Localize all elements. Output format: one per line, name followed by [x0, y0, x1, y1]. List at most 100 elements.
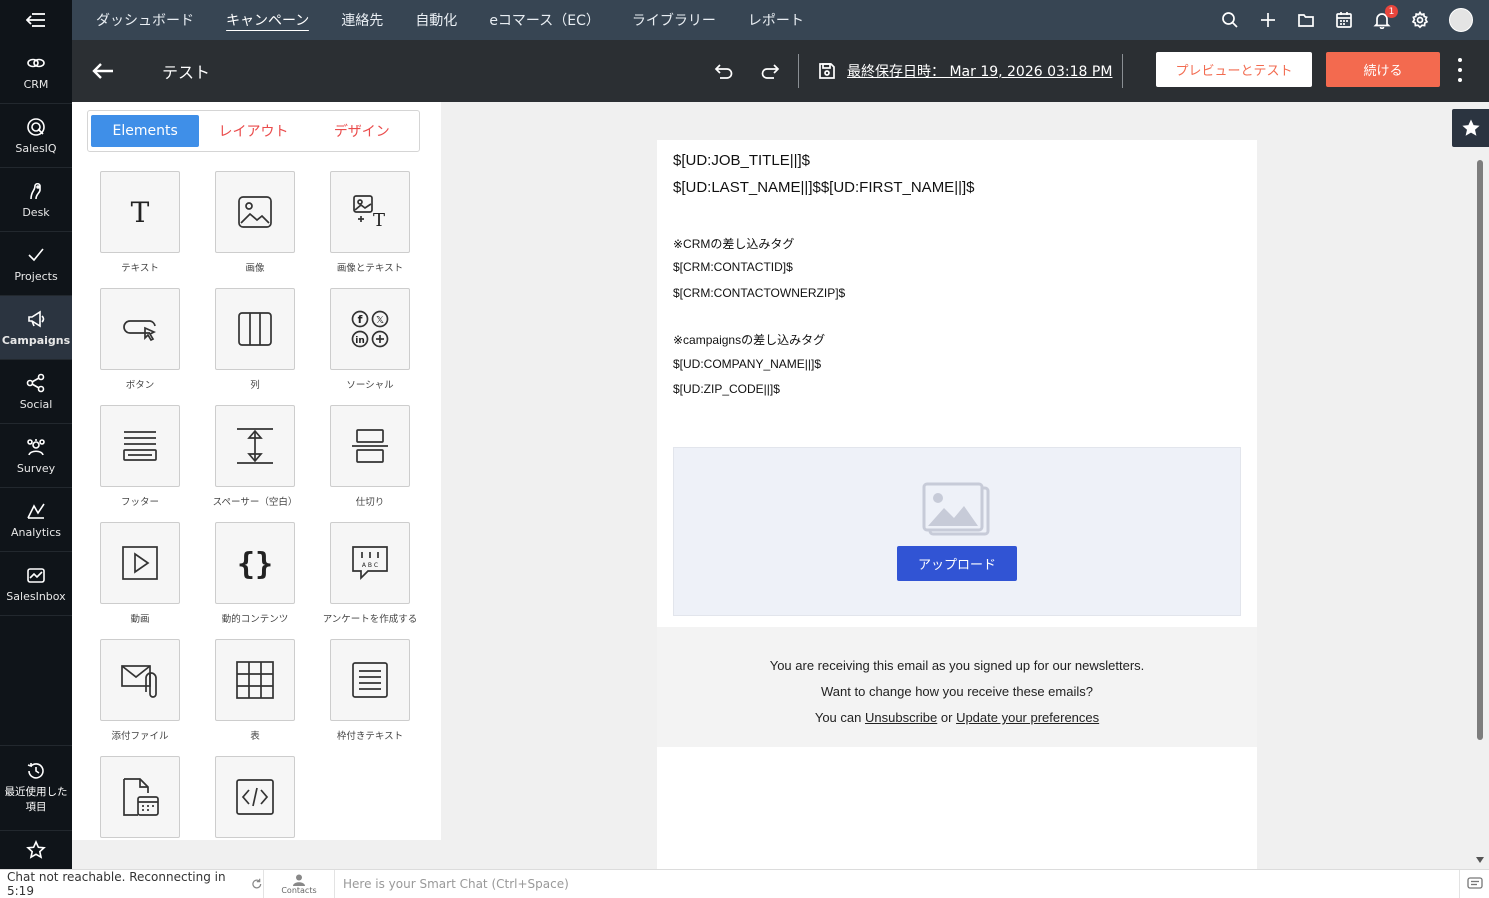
- contacts-label: Contacts: [281, 885, 317, 895]
- footer-or: or: [940, 710, 953, 725]
- user-avatar[interactable]: [1449, 8, 1473, 32]
- save-icon[interactable]: [817, 61, 837, 81]
- rail-app-label: CRM: [23, 77, 49, 91]
- element-label: ソーシャル: [346, 380, 394, 391]
- scrollbar-thumb[interactable]: [1477, 160, 1483, 740]
- nav-reports[interactable]: レポート: [732, 0, 820, 40]
- element-label: 表: [250, 731, 260, 742]
- contacts-button[interactable]: Contacts: [263, 869, 335, 898]
- element-boxed-text[interactable]: 枠付きテキスト: [330, 639, 410, 742]
- unsubscribe-link[interactable]: Unsubscribe: [865, 710, 937, 725]
- rail-app-campaigns[interactable]: Campaigns: [0, 296, 72, 360]
- element-button[interactable]: ボタン: [100, 288, 180, 391]
- projects-icon: [28, 247, 44, 261]
- nav-dashboard[interactable]: ダッシュボード: [80, 0, 210, 40]
- element-divider[interactable]: 仕切り: [330, 405, 410, 508]
- element-social[interactable]: f 𝕏in ソーシャル: [330, 288, 410, 391]
- campaigns-merge-heading[interactable]: ※campaignsの差し込みタグ: [673, 331, 825, 348]
- smart-chat-input[interactable]: Here is your Smart Chat (Ctrl+Space): [335, 877, 1459, 891]
- calendar-icon[interactable]: [1335, 11, 1353, 29]
- element-label: テキスト: [121, 263, 159, 274]
- divider-icon: [352, 429, 388, 463]
- ud-merge-tag-zip[interactable]: $[UD:ZIP_CODE||]$: [673, 382, 780, 396]
- crm-merge-heading[interactable]: ※CRMの差し込みタグ: [673, 235, 794, 252]
- element-text[interactable]: T テキスト: [100, 171, 180, 274]
- footer-line-1: You are receiving this email as you sign…: [769, 658, 1145, 673]
- nav-ecommerce[interactable]: eコマース（EC）: [473, 0, 616, 40]
- footer-line-2: Want to change how you receive these ema…: [821, 684, 1093, 699]
- nav-automation[interactable]: 自動化: [399, 0, 473, 40]
- arrow-left-icon: [92, 63, 113, 79]
- canvas-scrollbar[interactable]: [1475, 148, 1485, 869]
- salesinbox-icon: [27, 567, 45, 583]
- element-survey[interactable]: A B C アンケートを作成する: [323, 522, 417, 625]
- recent-label-line2: 項目: [25, 800, 47, 813]
- chat-list-button[interactable]: [1459, 869, 1489, 898]
- element-image-text[interactable]: T 画像とテキスト: [330, 171, 410, 274]
- rail-app-salesinbox[interactable]: SalesInbox: [0, 552, 72, 616]
- ud-merge-tag-company[interactable]: $[UD:COMPANY_NAME||]$: [673, 357, 821, 371]
- dynamic-content-icon: {}: [237, 547, 273, 582]
- tab-design[interactable]: デザイン: [308, 115, 416, 147]
- merge-tag-name[interactable]: $[UD:LAST_NAME||]$$[UD:FIRST_NAME||]$: [673, 179, 975, 196]
- rail-app-survey[interactable]: Survey: [0, 424, 72, 488]
- element-event[interactable]: [100, 756, 180, 845]
- more-options-button[interactable]: [1450, 58, 1470, 82]
- element-columns[interactable]: 列: [215, 288, 295, 391]
- undo-icon[interactable]: [712, 60, 734, 82]
- element-attachment[interactable]: 添付ファイル: [100, 639, 180, 742]
- email-footer[interactable]: You are receiving this email as you sign…: [657, 627, 1257, 747]
- continue-button[interactable]: 続ける: [1326, 52, 1440, 87]
- tab-elements[interactable]: Elements: [91, 115, 200, 147]
- rail-app-analytics[interactable]: Analytics: [0, 488, 72, 552]
- text-icon: T: [131, 196, 150, 229]
- rail-favorites-button[interactable]: [0, 830, 72, 869]
- social-icon: [26, 373, 45, 392]
- search-icon[interactable]: [1221, 11, 1239, 29]
- rail-app-social[interactable]: Social: [0, 360, 72, 424]
- add-icon[interactable]: [1259, 11, 1277, 29]
- gear-icon[interactable]: [1411, 11, 1429, 29]
- upload-button[interactable]: アップロード: [897, 546, 1017, 581]
- nav-contacts[interactable]: 連絡先: [325, 0, 399, 40]
- refresh-icon[interactable]: [251, 878, 263, 890]
- salesiq-icon: [27, 117, 45, 136]
- element-html-code[interactable]: [215, 756, 295, 845]
- redo-icon[interactable]: [760, 60, 782, 82]
- notifications-button[interactable]: 1: [1373, 5, 1398, 29]
- rail-app-crm[interactable]: CRM: [0, 40, 72, 104]
- crm-merge-tag-ownerzip[interactable]: $[CRM:CONTACTOWNERZIP]$: [673, 286, 845, 300]
- rail-app-salesiq[interactable]: SalesIQ: [0, 104, 72, 168]
- element-video[interactable]: 動画: [100, 522, 180, 625]
- email-canvas: $[UD:JOB_TITLE||]$ $[UD:LAST_NAME||]$$[U…: [441, 102, 1489, 869]
- chat-list-icon: [1466, 877, 1483, 889]
- back-button[interactable]: [72, 62, 134, 80]
- nav-library[interactable]: ライブラリー: [616, 0, 732, 40]
- footer-line-3: You can Unsubscribe or Update your prefe…: [657, 705, 1257, 731]
- rail-app-label: Desk: [22, 205, 50, 219]
- preview-and-test-button[interactable]: プレビューとテスト: [1156, 52, 1312, 87]
- last-saved-link[interactable]: 最終保存日時： Mar 19, 2026 03:18 PM: [847, 61, 1112, 81]
- rail-app-projects[interactable]: Projects: [0, 232, 72, 296]
- star-outline-icon: [26, 840, 46, 859]
- element-label: 列: [250, 380, 260, 391]
- element-spacer[interactable]: スペーサー（空白）: [213, 405, 297, 508]
- tab-layout[interactable]: レイアウト: [199, 115, 307, 147]
- nav-campaigns[interactable]: キャンペーン: [210, 0, 325, 40]
- rail-app-desk[interactable]: Desk: [0, 168, 72, 232]
- crm-merge-tag-contactid[interactable]: $[CRM:CONTACTID]$: [673, 260, 793, 274]
- rail-recent-items[interactable]: 最近使用した 項目: [0, 745, 72, 829]
- folder-icon[interactable]: [1297, 11, 1315, 29]
- menu-toggle-button[interactable]: [0, 0, 72, 40]
- notification-count-badge: 1: [1385, 5, 1398, 18]
- element-dynamic-content[interactable]: {} 動的コンテンツ: [215, 522, 295, 625]
- favorite-toggle-button[interactable]: [1452, 109, 1489, 147]
- element-footer[interactable]: フッター: [100, 405, 180, 508]
- element-image[interactable]: 画像: [215, 171, 295, 274]
- image-placeholder[interactable]: アップロード: [673, 447, 1241, 616]
- rail-app-label: Campaigns: [1, 333, 71, 347]
- update-preferences-link[interactable]: Update your preferences: [956, 710, 1099, 725]
- scroll-down-arrow-icon[interactable]: [1476, 856, 1484, 864]
- merge-tag-job-title[interactable]: $[UD:JOB_TITLE||]$: [673, 152, 810, 169]
- element-table[interactable]: 表: [215, 639, 295, 742]
